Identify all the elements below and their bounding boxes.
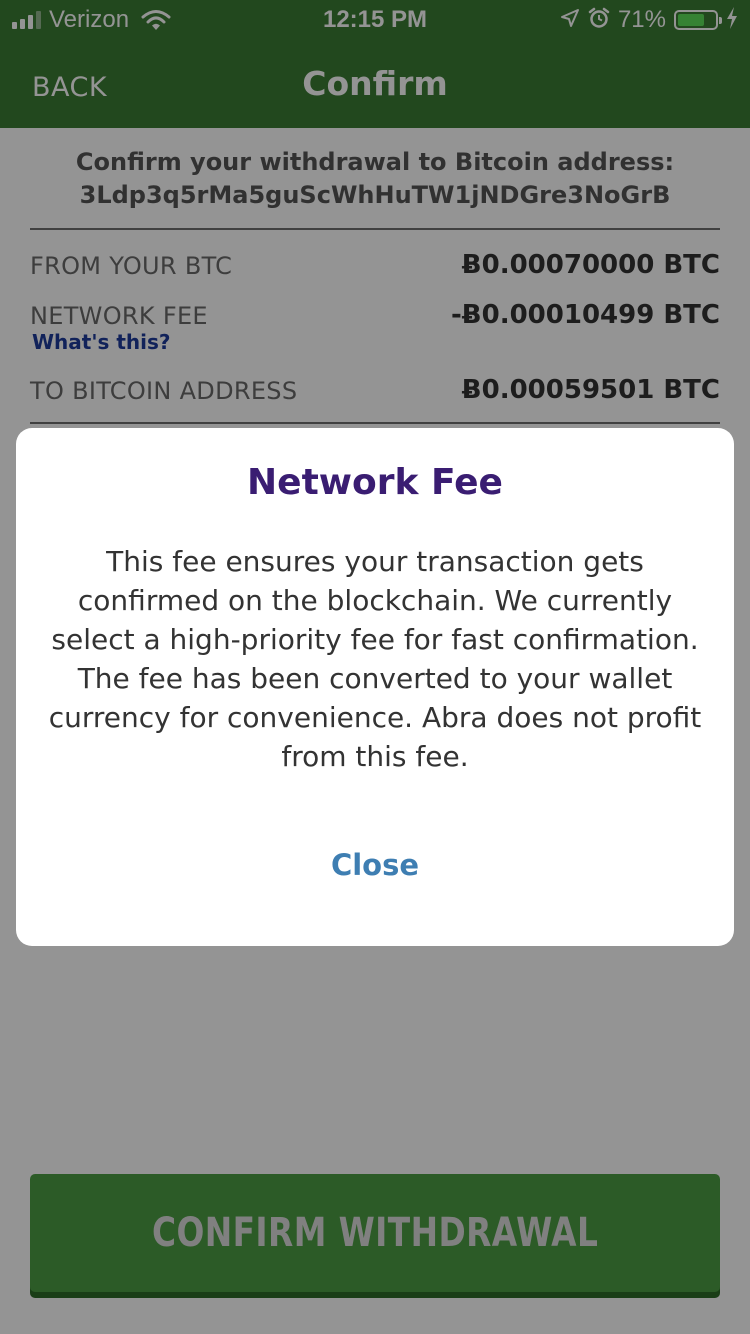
dialog-title: Network Fee xyxy=(247,462,503,503)
close-button[interactable]: Close xyxy=(275,848,475,890)
network-fee-dialog: Network Fee This fee ensures your transa… xyxy=(16,428,734,946)
dialog-message: This fee ensures your transaction gets c… xyxy=(48,545,702,773)
